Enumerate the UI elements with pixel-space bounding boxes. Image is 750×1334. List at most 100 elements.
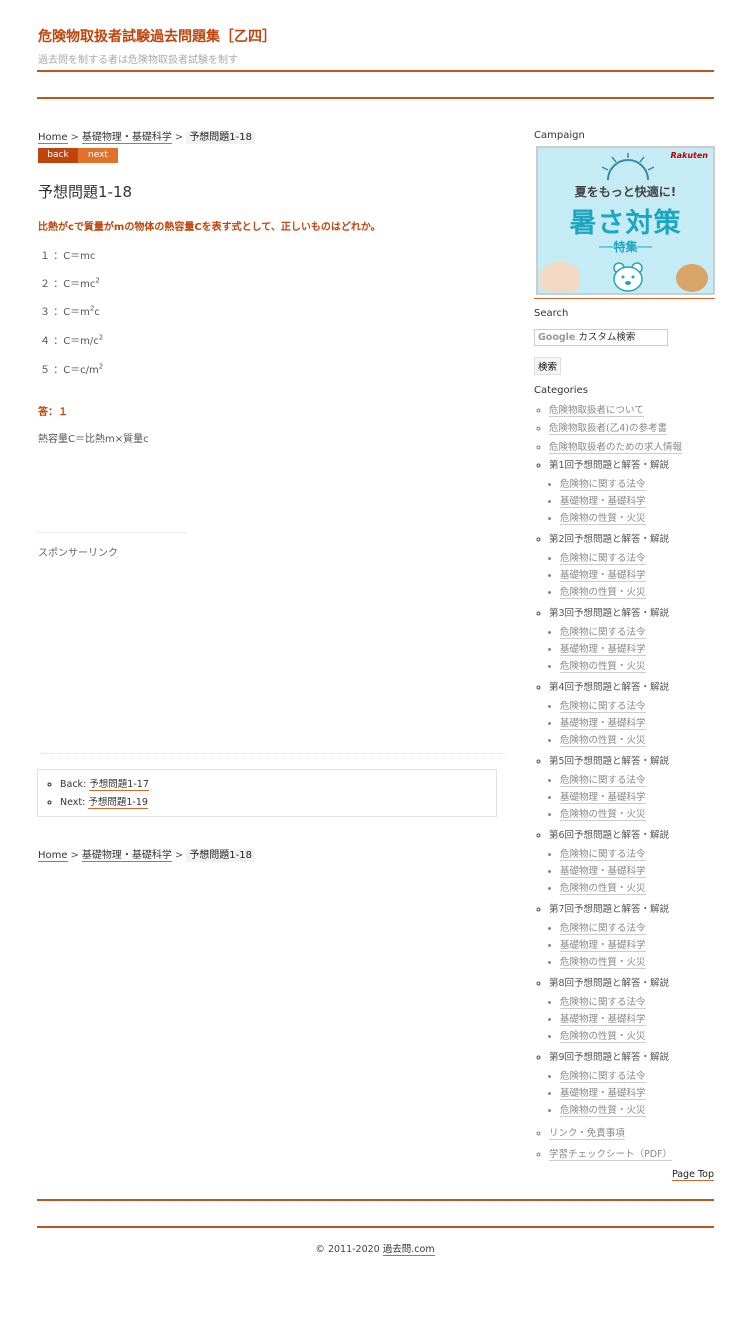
sponsor-label: スポンサーリンク xyxy=(38,548,118,559)
round-category: 第3回予想問題と解答・解説危険物に関する法令基礎物理・基礎科学危険物の性質・火災 xyxy=(549,605,734,679)
subcategory-link[interactable]: 危険物に関する法令 xyxy=(560,922,646,935)
bear-icon xyxy=(613,262,643,292)
subcategory-item: 基礎物理・基礎科学 xyxy=(560,493,734,510)
subcategory-link[interactable]: 危険物の性質・火災 xyxy=(560,883,646,896)
round-category: 第1回予想問題と解答・解説危険物に関する法令基礎物理・基礎科学危険物の性質・火災 xyxy=(549,457,734,531)
subcategory-link[interactable]: 危険物に関する法令 xyxy=(560,996,646,1009)
subcategory-item: 基礎物理・基礎科学 xyxy=(560,1085,734,1102)
round-title: 第4回予想問題と解答・解説 xyxy=(549,682,670,694)
subcategory-item: 危険物に関する法令 xyxy=(560,476,734,493)
next-post-link[interactable]: 予想問題1-19 xyxy=(88,797,148,809)
subcategory-link[interactable]: 危険物に関する法令 xyxy=(560,848,646,861)
breadcrumb-category-link[interactable]: 基礎物理・基礎科学 xyxy=(81,850,172,862)
post-nav: back next xyxy=(38,148,118,163)
subcategory-item: 危険物の性質・火災 xyxy=(560,658,734,675)
subcategory-link[interactable]: 基礎物理・基礎科学 xyxy=(560,791,646,804)
breadcrumb-home-link[interactable]: Home xyxy=(38,132,68,144)
subcategory-item: 危険物に関する法令 xyxy=(560,698,734,715)
subcategory-link[interactable]: 基礎物理・基礎科学 xyxy=(560,1087,646,1100)
subcategory-item: 危険物に関する法令 xyxy=(560,1068,734,1085)
round-subcategory-list: 危険物に関する法令基礎物理・基礎科学危険物の性質・火災 xyxy=(549,476,734,532)
subcategory-link[interactable]: 基礎物理・基礎科学 xyxy=(560,569,646,582)
round-title: 第2回予想問題と解答・解説 xyxy=(549,534,670,546)
round-category: 第6回予想問題と解答・解説危険物に関する法令基礎物理・基礎科学危険物の性質・火災 xyxy=(549,827,734,901)
round-category: 第5回予想問題と解答・解説危険物に関する法令基礎物理・基礎科学危険物の性質・火災 xyxy=(549,753,734,827)
subcategory-link[interactable]: 危険物の性質・火災 xyxy=(560,957,646,970)
subcategory-link[interactable]: 危険物の性質・火災 xyxy=(560,661,646,674)
header-rule-bottom xyxy=(37,97,714,99)
campaign-banner[interactable]: Rakuten 夏をもっと快適に! 暑さ対策 ──特集── xyxy=(536,146,715,295)
question-text: 比熱がcで質量がmの物体の熱容量Cを表す式として、正しいものはどれか。 xyxy=(38,222,381,233)
page-top-link[interactable]: Page Top xyxy=(671,1169,714,1181)
round-title: 第8回予想問題と解答・解説 xyxy=(549,978,670,990)
categories-heading: Categories xyxy=(534,385,588,396)
site-title[interactable]: 危険物取扱者試験過去問題集［乙四］ xyxy=(38,26,276,46)
subcategory-link[interactable]: 危険物の性質・火災 xyxy=(560,809,646,822)
subcategory-link[interactable]: 危険物の性質・火災 xyxy=(560,1031,646,1044)
rakuten-logo: Rakuten xyxy=(670,151,708,160)
sleeping-person-image xyxy=(540,262,580,292)
subcategory-item: 危険物の性質・火災 xyxy=(560,1102,734,1119)
back-button[interactable]: back xyxy=(38,148,78,163)
breadcrumb-category-link[interactable]: 基礎物理・基礎科学 xyxy=(81,132,172,144)
subcategory-link[interactable]: 危険物に関する法令 xyxy=(560,774,646,787)
breadcrumb-home-link[interactable]: Home xyxy=(38,850,68,862)
subcategory-link[interactable]: 危険物の性質・火災 xyxy=(560,513,646,526)
round-subcategory-list: 危険物に関する法令基礎物理・基礎科学危険物の性質・火災 xyxy=(549,920,734,976)
round-subcategory-list: 危険物に関する法令基礎物理・基礎科学危険物の性質・火災 xyxy=(549,846,734,902)
subcategory-link[interactable]: 危険物に関する法令 xyxy=(560,1070,646,1083)
subcategory-link[interactable]: 危険物の性質・火災 xyxy=(560,1105,646,1118)
next-button[interactable]: next xyxy=(78,148,118,163)
round-category: 第9回予想問題と解答・解説危険物に関する法令基礎物理・基礎科学危険物の性質・火災 xyxy=(549,1049,734,1123)
copyright-site-link[interactable]: 過去問.com xyxy=(382,1244,435,1256)
choice-1: １ ：C＝mc xyxy=(40,251,96,262)
subcategory-item: 基礎物理・基礎科学 xyxy=(560,789,734,806)
subcategory-link[interactable]: 基礎物理・基礎科学 xyxy=(560,939,646,952)
header-rule-top xyxy=(37,70,714,72)
subcategory-item: 危険物に関する法令 xyxy=(560,920,734,937)
category-link[interactable]: 危険物取扱者(乙4)の参考書 xyxy=(549,423,667,436)
subcategory-link[interactable]: 基礎物理・基礎科学 xyxy=(560,643,646,656)
subcategory-item: 基礎物理・基礎科学 xyxy=(560,567,734,584)
choice-4: ４ ：C＝m/c2 xyxy=(40,333,104,347)
subcategory-item: 危険物に関する法令 xyxy=(560,772,734,789)
subcategory-item: 危険物の性質・火災 xyxy=(560,1028,734,1045)
subcategory-link[interactable]: 基礎物理・基礎科学 xyxy=(560,495,646,508)
breadcrumb-current: 予想問題1-18 xyxy=(186,849,256,862)
round-title: 第7回予想問題と解答・解説 xyxy=(549,904,670,916)
back-post-link[interactable]: 予想問題1-17 xyxy=(89,779,149,791)
subcategory-item: 基礎物理・基礎科学 xyxy=(560,641,734,658)
subcategory-link[interactable]: 基礎物理・基礎科学 xyxy=(560,865,646,878)
subcategory-link[interactable]: 危険物の性質・火災 xyxy=(560,735,646,748)
campaign-subtitle: 夏をもっと快適に! xyxy=(574,185,677,199)
round-subcategory-list: 危険物に関する法令基礎物理・基礎科学危険物の性質・火災 xyxy=(549,772,734,828)
subcategory-item: 危険物の性質・火災 xyxy=(560,510,734,527)
round-title: 第1回予想問題と解答・解説 xyxy=(549,460,670,472)
subcategory-link[interactable]: 危険物に関する法令 xyxy=(560,700,646,713)
subcategory-link[interactable]: 基礎物理・基礎科学 xyxy=(560,1013,646,1026)
subcategory-link[interactable]: 危険物に関する法令 xyxy=(560,626,646,639)
next-link-item: Next: 予想問題1-19 xyxy=(60,794,496,812)
round-subcategory-list: 危険物に関する法令基礎物理・基礎科学危険物の性質・火災 xyxy=(549,624,734,680)
category-link[interactable]: 危険物取扱者について xyxy=(549,405,644,417)
round-subcategory-list: 危険物に関する法令基礎物理・基礎科学危険物の性質・火災 xyxy=(549,550,734,606)
category-link[interactable]: 学習チェックシート（PDF） xyxy=(549,1148,673,1161)
footer-rule-bottom xyxy=(37,1226,714,1228)
page-title: 予想問題1-18 xyxy=(38,183,133,201)
category-link[interactable]: 危険物取扱者のための求人情報 xyxy=(549,441,683,454)
subcategory-link[interactable]: 危険物に関する法令 xyxy=(560,478,646,491)
round-category: 第2回予想問題と解答・解説危険物に関する法令基礎物理・基礎科学危険物の性質・火災 xyxy=(549,531,734,605)
breadcrumb-bottom: Home > 基礎物理・基礎科学 > 予想問題1-18 xyxy=(38,846,256,862)
category-link[interactable]: リンク・免責事項 xyxy=(549,1128,625,1141)
site-description: 過去問を制する者は危険物取扱者試験を制す xyxy=(38,55,238,66)
category-item: 学習チェックシート（PDF） xyxy=(549,1146,734,1164)
choice-3: ３ ：C＝m2c xyxy=(40,304,100,318)
search-input[interactable]: Google カスタム検索 xyxy=(534,329,668,346)
subcategory-link[interactable]: 危険物に関する法令 xyxy=(560,552,646,565)
sponsor-divider xyxy=(37,532,187,533)
subcategory-item: 危険物の性質・火災 xyxy=(560,732,734,749)
search-button[interactable]: 検索 xyxy=(534,357,562,375)
search-heading: Search xyxy=(534,308,569,319)
subcategory-link[interactable]: 基礎物理・基礎科学 xyxy=(560,717,646,730)
subcategory-link[interactable]: 危険物の性質・火災 xyxy=(560,587,646,600)
